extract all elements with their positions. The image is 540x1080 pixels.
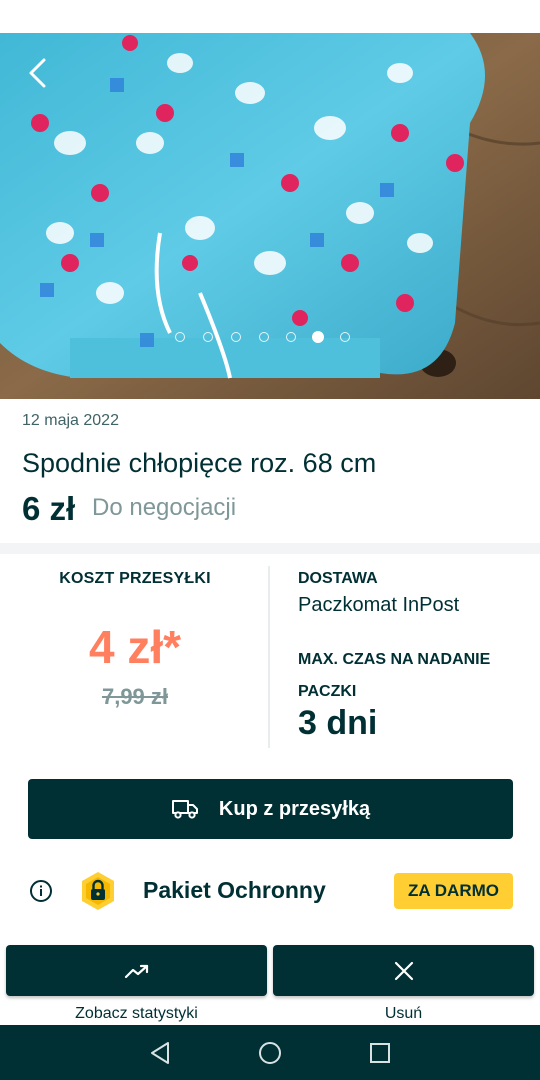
see-statistics-label[interactable]: Zobacz statystyki <box>6 1005 267 1023</box>
trending-up-icon <box>124 964 148 978</box>
gallery-dot[interactable] <box>286 332 296 342</box>
delete-label[interactable]: Usuń <box>273 1005 534 1023</box>
delivery-panel: DOSTAWA Paczkomat InPost MAX. CZAS NA NA… <box>298 554 528 754</box>
nav-recents-icon[interactable] <box>366 1039 394 1067</box>
listing-date: 12 maja 2022 <box>22 412 119 429</box>
section-divider <box>0 543 540 554</box>
info-icon[interactable] <box>29 879 53 903</box>
max-send-time-label: MAX. CZAS NA NADANIE PACZKI <box>298 651 491 700</box>
gallery-dot[interactable] <box>231 332 241 342</box>
max-send-time-value: 3 dni <box>298 704 378 742</box>
system-navigation-bar <box>0 1025 540 1080</box>
vertical-divider <box>268 566 270 748</box>
delete-button[interactable] <box>273 945 534 996</box>
chevron-left-icon <box>29 58 46 88</box>
negotiable-label: Do negocjacji <box>92 494 237 521</box>
see-statistics-button[interactable] <box>6 945 267 996</box>
truck-icon <box>171 800 198 819</box>
product-photo <box>0 33 540 399</box>
buy-with-shipping-button[interactable]: Kup z przesyłką <box>28 779 513 839</box>
shipping-cost-value: 4 zł* <box>88 621 182 673</box>
nav-home-icon[interactable] <box>256 1039 284 1067</box>
shipping-cost-label: KOSZT PRZESYŁKI <box>59 570 211 587</box>
close-icon <box>394 961 413 980</box>
nav-back-icon[interactable] <box>146 1039 174 1067</box>
gallery-dot[interactable] <box>203 332 213 342</box>
free-badge: ZA DARMO <box>394 873 513 909</box>
delivery-label: DOSTAWA <box>298 570 378 587</box>
lock-shield-icon <box>82 872 114 910</box>
shipping-cost-panel: KOSZT PRZESYŁKI 4 zł* 7,99 zł <box>0 554 270 754</box>
listing-price: 6 zł <box>22 490 76 527</box>
product-photo-gallery[interactable] <box>0 33 540 399</box>
buy-button-label: Kup z przesyłką <box>218 797 371 820</box>
listing-title: Spodnie chłopięce roz. 68 cm <box>22 448 377 478</box>
back-button[interactable] <box>18 53 58 93</box>
gallery-dot[interactable] <box>175 332 185 342</box>
gallery-dot[interactable] <box>340 332 350 342</box>
delivery-value: Paczkomat InPost <box>298 594 460 616</box>
status-bar <box>0 0 540 33</box>
gallery-dot[interactable] <box>259 332 269 342</box>
protection-package-label: Pakiet Ochronny <box>143 877 326 903</box>
shipping-old-cost: 7,99 zł <box>101 684 169 709</box>
gallery-dot-active[interactable] <box>312 331 324 343</box>
gallery-pagination <box>0 330 540 344</box>
